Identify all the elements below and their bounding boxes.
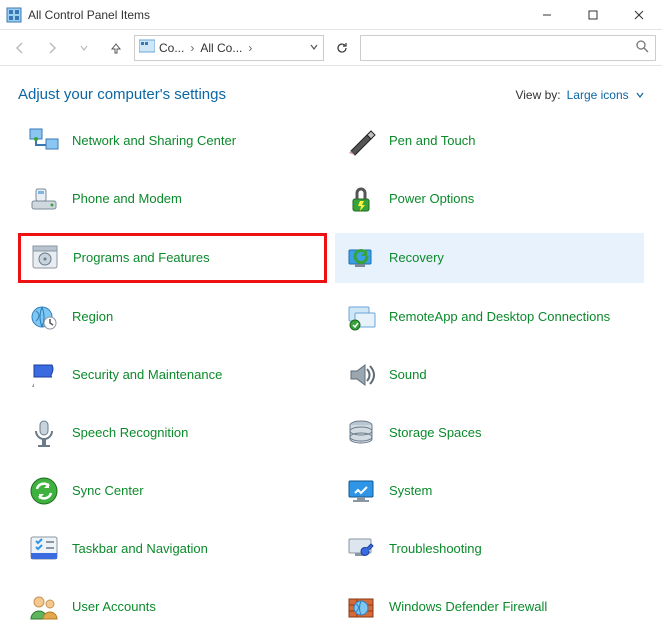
item-label: System [389, 483, 432, 499]
search-icon [635, 39, 649, 56]
pen-touch-icon [345, 125, 377, 157]
maximize-button[interactable] [570, 0, 616, 30]
speech-recognition-icon [28, 417, 60, 449]
network-sharing-icon [28, 125, 60, 157]
remoteapp-icon [345, 301, 377, 333]
viewby-value-text: Large icons [567, 88, 629, 102]
address-dropdown[interactable] [309, 41, 319, 55]
item-label: Taskbar and Navigation [72, 541, 208, 557]
item-sound[interactable]: Sound [335, 351, 644, 399]
item-speech-recognition[interactable]: Speech Recognition [18, 409, 327, 457]
search-input[interactable] [367, 40, 635, 56]
storage-spaces-icon [345, 417, 377, 449]
up-button[interactable] [102, 34, 130, 62]
power-options-icon [345, 183, 377, 215]
item-security-maintenance[interactable]: Security and Maintenance [18, 351, 327, 399]
taskbar-navigation-icon [28, 533, 60, 565]
search-box[interactable] [360, 35, 656, 61]
item-label: Sync Center [72, 483, 144, 499]
minimize-button[interactable] [524, 0, 570, 30]
control-panel-icon [6, 7, 22, 23]
item-label: Pen and Touch [389, 133, 476, 149]
titlebar: All Control Panel Items [0, 0, 662, 30]
item-label: Storage Spaces [389, 425, 482, 441]
item-troubleshooting[interactable]: Troubleshooting [335, 525, 644, 573]
header-row: Adjust your computer's settings View by:… [18, 86, 644, 103]
viewby-label: View by: [515, 88, 560, 102]
item-label: User Accounts [72, 599, 156, 615]
item-label: Network and Sharing Center [72, 133, 236, 149]
window-title: All Control Panel Items [28, 8, 150, 22]
breadcrumb-2[interactable]: All Co... [200, 41, 242, 55]
viewby-dropdown[interactable]: Large icons [567, 88, 644, 102]
sync-center-icon [28, 475, 60, 507]
item-label: Region [72, 309, 113, 325]
page-heading: Adjust your computer's settings [18, 86, 226, 103]
back-button[interactable] [6, 34, 34, 62]
content-area: Adjust your computer's settings View by:… [0, 66, 662, 641]
item-windows-defender-firewall[interactable]: Windows Defender Firewall [335, 583, 644, 631]
item-network-sharing-center[interactable]: Network and Sharing Center [18, 117, 327, 165]
recent-dropdown[interactable] [70, 34, 98, 62]
system-icon [345, 475, 377, 507]
chevron-down-icon [636, 88, 644, 102]
item-remoteapp-desktop[interactable]: RemoteApp and Desktop Connections [335, 293, 644, 341]
item-power-options[interactable]: Power Options [335, 175, 644, 223]
region-icon [28, 301, 60, 333]
control-panel-crumb-icon [139, 39, 155, 56]
troubleshooting-icon [345, 533, 377, 565]
recovery-icon [345, 242, 377, 274]
item-label: Phone and Modem [72, 191, 182, 207]
item-sync-center[interactable]: Sync Center [18, 467, 327, 515]
sound-icon [345, 359, 377, 391]
item-label: Security and Maintenance [72, 367, 222, 383]
navbar: Co... › All Co... › [0, 30, 662, 66]
item-storage-spaces[interactable]: Storage Spaces [335, 409, 644, 457]
chevron-right-icon: › [188, 41, 196, 55]
breadcrumb-1[interactable]: Co... [159, 41, 184, 55]
item-pen-and-touch[interactable]: Pen and Touch [335, 117, 644, 165]
item-label: Recovery [389, 250, 444, 266]
item-system[interactable]: System [335, 467, 644, 515]
item-recovery[interactable]: Recovery [335, 233, 644, 283]
phone-modem-icon [28, 183, 60, 215]
item-label: Programs and Features [73, 250, 210, 266]
address-bar[interactable]: Co... › All Co... › [134, 35, 324, 61]
item-phone-and-modem[interactable]: Phone and Modem [18, 175, 327, 223]
item-label: Speech Recognition [72, 425, 188, 441]
item-taskbar-navigation[interactable]: Taskbar and Navigation [18, 525, 327, 573]
close-button[interactable] [616, 0, 662, 30]
item-label: Sound [389, 367, 427, 383]
refresh-button[interactable] [328, 35, 356, 61]
items-grid: Network and Sharing Center Pen and Touch [18, 117, 644, 631]
item-user-accounts[interactable]: User Accounts [18, 583, 327, 631]
programs-features-icon [29, 242, 61, 274]
security-maintenance-icon [28, 359, 60, 391]
item-label: Troubleshooting [389, 541, 482, 557]
item-region[interactable]: Region [18, 293, 327, 341]
item-programs-and-features[interactable]: Programs and Features [18, 233, 327, 283]
forward-button[interactable] [38, 34, 66, 62]
item-label: RemoteApp and Desktop Connections [389, 309, 610, 325]
chevron-right-icon: › [246, 41, 254, 55]
item-label: Power Options [389, 191, 474, 207]
item-label: Windows Defender Firewall [389, 599, 547, 615]
